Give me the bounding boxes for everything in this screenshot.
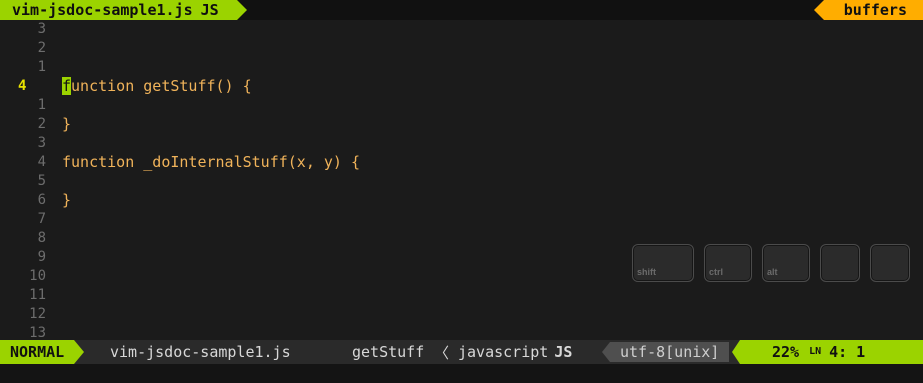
status-filetype: javascript JS — [458, 340, 572, 364]
status-function: getStuff — [352, 343, 425, 361]
command-line[interactable] — [0, 364, 923, 383]
editor-line: 5 — [0, 172, 923, 190]
js-filetype-icon: JS — [554, 343, 573, 361]
line-number: 3 — [37, 21, 46, 37]
line-number: 6 — [37, 192, 46, 208]
mode-indicator: NORMAL — [0, 340, 85, 364]
editor-line: 3 — [0, 134, 923, 152]
line-number: 2 — [37, 40, 46, 56]
line-number: 9 — [37, 249, 46, 265]
tab-filename: vim-jsdoc-sample1.js — [12, 1, 193, 19]
line-number: 2 — [37, 116, 46, 132]
key-ctrl: ctrl — [704, 244, 752, 282]
line-number: 4 — [37, 154, 46, 170]
key-alt: alt — [762, 244, 810, 282]
line-number: 12 — [29, 306, 46, 322]
editor-line: 2 } — [0, 115, 923, 133]
line-number: 5 — [37, 173, 46, 189]
editor-line-current: 4 function getStuff() { — [0, 77, 923, 95]
editor-line: 2 — [0, 39, 923, 57]
editor-line: 12 — [0, 305, 923, 323]
line-number: 1 — [37, 59, 46, 75]
line-code: } — [62, 191, 72, 209]
key-blank-2 — [870, 244, 910, 282]
editor-line: 1 — [0, 96, 923, 114]
key-label-alt: alt — [767, 267, 778, 277]
line-column: 4: 1 — [829, 343, 866, 361]
line-number-icon: LN — [809, 346, 822, 357]
separator-icon: 〈 — [434, 343, 450, 362]
line-number: 8 — [37, 230, 46, 246]
line-code: } — [62, 115, 72, 133]
statusline: NORMAL vim-jsdoc-sample1.js getStuff 〈 j… — [0, 340, 923, 364]
line-number: 11 — [29, 287, 46, 303]
key-blank-1 — [820, 244, 860, 282]
editor-line: 6 } — [0, 191, 923, 209]
key-shift: shift — [632, 244, 694, 282]
editor-line: 7 — [0, 210, 923, 228]
js-filetype-icon: JS — [200, 1, 219, 19]
key-label-shift: shift — [637, 267, 656, 277]
file-percent: 22% — [772, 343, 800, 361]
tab-active[interactable]: vim-jsdoc-sample1.js JS — [0, 0, 247, 20]
line-code: function _doInternalStuff(x, y) { — [62, 153, 361, 171]
line-number: 10 — [29, 268, 46, 284]
key-overlay: shift ctrl alt — [632, 244, 922, 282]
tabline: vim-jsdoc-sample1.js JS buffers — [0, 0, 923, 20]
line-code: function getStuff() { — [62, 77, 252, 95]
cursor: f — [62, 77, 72, 95]
editor-line: 3 — [0, 20, 923, 38]
buffers-indicator[interactable]: buffers — [813, 0, 923, 20]
line-number: 3 — [37, 135, 46, 151]
editor-line: 1 — [0, 58, 923, 76]
filetype-label: javascript — [458, 343, 549, 361]
editor-line: 4 function _doInternalStuff(x, y) { — [0, 153, 923, 171]
editor-buffer[interactable]: 3 2 1 4 function getStuff() { 1 2 } 3 4 … — [0, 20, 923, 341]
encoding-indicator: utf-8[unix] — [601, 342, 730, 362]
current-line-number: 4 — [18, 78, 27, 94]
editor-line: 11 — [0, 286, 923, 304]
key-label-ctrl: ctrl — [709, 267, 724, 277]
status-filename: vim-jsdoc-sample1.js — [110, 343, 291, 361]
line-number: 1 — [37, 97, 46, 113]
line-number: 7 — [37, 211, 46, 227]
line-code-rest: unction getStuff() { — [71, 77, 252, 95]
cursor-position: 22% LN 4: 1 — [732, 340, 923, 364]
